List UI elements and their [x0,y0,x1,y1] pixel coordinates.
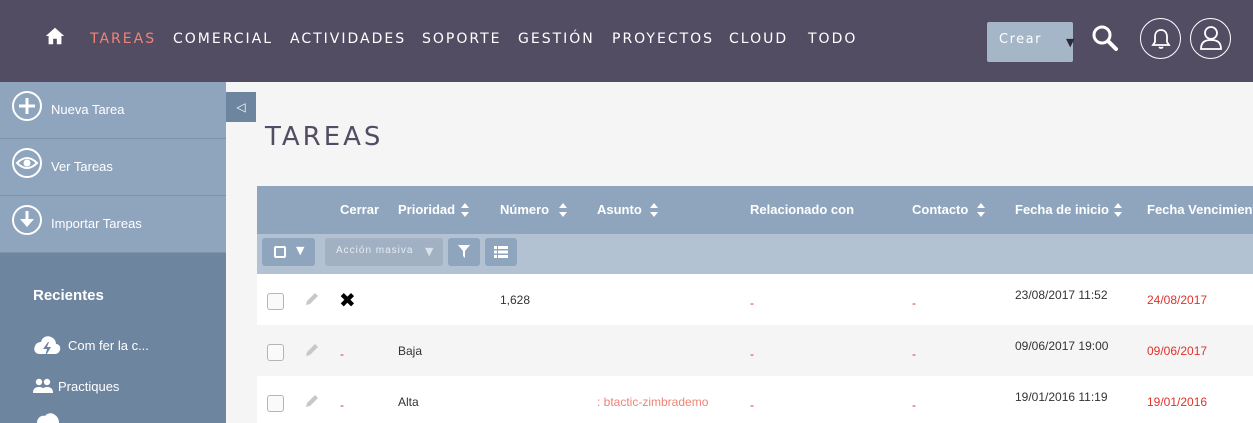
bulk-action-label: Acción masiva [336,245,414,256]
nav-gestion[interactable]: Gestión [518,31,595,47]
recent-item-label: Com fer la c... [68,338,149,353]
nav-comercial[interactable]: Comercial [173,31,273,47]
nav-cloud[interactable]: Cloud [729,31,788,47]
row-checkbox[interactable] [267,293,284,310]
caret-down-icon: ▼ [1066,36,1075,49]
cell-prioridad: Alta [398,395,419,409]
cell-numero: 1,628 [500,293,531,307]
notifications-button[interactable] [1140,18,1181,59]
sidebar-action-label: Importar Tareas [51,216,142,231]
sidebar-action-label: Ver Tareas [51,159,113,174]
nav-tareas[interactable]: Tareas [90,31,156,47]
caret-down-icon: ▼ [425,245,434,258]
sidebar-toggle-button[interactable]: ◁ [226,92,256,122]
column-header-numero[interactable]: Número [500,202,549,217]
home-icon[interactable] [44,25,66,47]
nav-soporte[interactable]: Soporte [422,31,501,47]
cell-prioridad: Baja [398,344,423,358]
bulk-action-dropdown[interactable]: Acción masiva ▼ [325,238,443,266]
people-icon [33,378,53,393]
list-icon [494,246,508,258]
column-header-relacionado: Relacionado con [750,202,855,217]
close-task-link[interactable]: - [340,398,344,412]
sort-icon[interactable] [977,203,985,217]
lightning-cloud-icon [34,336,61,357]
cell-contacto[interactable]: - [912,347,916,361]
checkbox-icon [274,246,286,258]
close-task-icon[interactable]: ✖ [339,288,356,313]
eye-icon [12,148,42,178]
cell-fecha-vencimiento: 09/06/2017 [1147,344,1208,358]
close-task-link[interactable]: - [340,347,344,361]
filter-button[interactable] [448,238,480,266]
cell-fecha-inicio: 19/01/2016 11:19 [1015,390,1108,404]
user-icon [1200,26,1222,50]
column-header-prioridad[interactable]: Prioridad [398,202,455,217]
plus-circle-icon [12,91,42,121]
column-header-contacto[interactable]: Contacto [912,202,968,217]
recent-heading: Recientes [33,287,104,304]
table-header: Cerrar Prioridad Número Asunto Relaciona… [257,186,1253,234]
cell-fecha-inicio: 23/08/2017 11:52 [1015,288,1108,302]
edit-pencil-icon[interactable] [304,342,320,358]
sort-icon[interactable] [461,203,469,217]
columns-button[interactable] [485,238,517,266]
column-header-asunto[interactable]: Asunto [597,202,642,217]
lightning-cloud-icon [37,413,59,423]
recent-item[interactable]: Com fer la c... [0,332,226,362]
sort-icon[interactable] [559,203,567,217]
cell-relacionado[interactable]: - [750,347,754,361]
sidebar-action-nueva-tarea[interactable]: Nueva Tarea [0,82,226,139]
sort-icon[interactable] [650,203,658,217]
column-header-cerrar: Cerrar [340,202,380,217]
select-all-dropdown[interactable]: ▼ [262,238,315,266]
bell-icon [1151,29,1171,49]
recent-item-label: Practiques [58,379,120,394]
nav-todo[interactable]: Todo [808,31,857,47]
cell-contacto[interactable]: - [912,398,916,412]
nav-proyectos[interactable]: Proyectos [612,31,714,47]
user-menu-button[interactable] [1190,18,1231,59]
cell-fecha-vencimiento: 19/01/2016 [1147,395,1208,409]
sidebar-action-ver-tareas[interactable]: Ver Tareas [0,139,226,196]
page-title: TAREAS [265,122,384,152]
download-icon [12,205,42,235]
cell-relacionado[interactable]: - [750,398,754,412]
cell-contacto[interactable]: - [912,296,916,310]
sort-icon[interactable] [1114,203,1122,217]
sidebar-action-importar-tareas[interactable]: Importar Tareas [0,196,226,253]
top-nav: Tareas Comercial Actividades Soporte Ges… [0,0,1253,82]
edit-pencil-icon[interactable] [304,393,320,409]
cell-fecha-vencimiento: 24/08/2017 [1147,293,1208,307]
row-checkbox[interactable] [267,344,284,361]
cell-relacionado[interactable]: - [750,296,754,310]
create-button-label: Crear [999,32,1042,47]
table-row: - Alta : btactic-zimbrademo - - 19/01/20… [257,376,1253,423]
column-header-fecha-inicio[interactable]: Fecha de inicio [1015,202,1109,217]
caret-down-icon: ▼ [296,244,305,257]
nav-actividades[interactable]: Actividades [290,31,406,47]
edit-pencil-icon[interactable] [304,291,320,307]
table-toolbar: ▼ Acción masiva ▼ [257,234,1253,274]
filter-icon [458,245,470,258]
column-header-fecha-vencimiento[interactable]: Fecha Vencimiento [1147,202,1253,217]
sidebar: Nueva Tarea Ver Tareas Importar Tareas R… [0,82,226,423]
table-row: ✖ 1,628 - - 23/08/2017 11:52 24/08/2017 [257,274,1253,325]
cell-asunto[interactable]: : btactic-zimbrademo [597,395,708,409]
create-button[interactable]: Crear ▼ [987,22,1075,62]
sidebar-action-label: Nueva Tarea [51,102,125,117]
table-row: - Baja - - 09/06/2017 19:00 09/06/2017 [257,325,1253,376]
cell-fecha-inicio: 09/06/2017 19:00 [1015,339,1109,353]
recent-item[interactable]: Practiques [0,373,226,403]
row-checkbox[interactable] [267,395,284,412]
search-icon[interactable] [1090,23,1120,53]
